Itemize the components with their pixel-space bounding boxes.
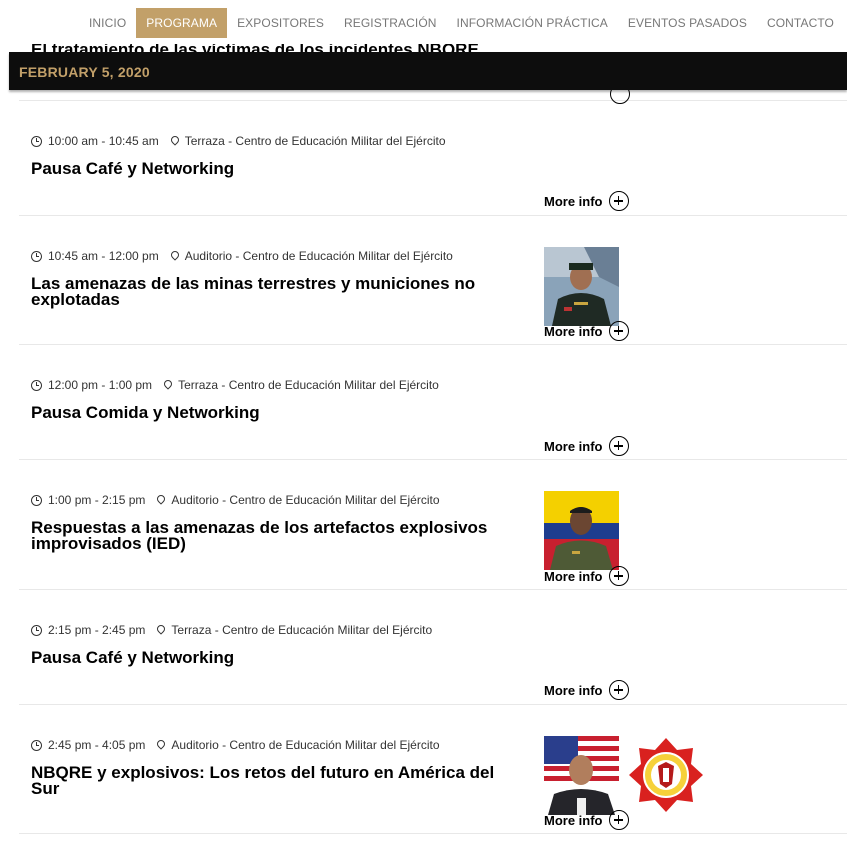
more-info-button[interactable]: More info (544, 191, 629, 211)
more-info-label: More info (544, 193, 603, 209)
speaker-photo[interactable] (544, 247, 619, 326)
session-meta: 10:00 am - 10:45 am Terraza - Centro de … (31, 134, 446, 148)
plus-circle-icon[interactable] (608, 810, 629, 830)
session-title: NBQRE y explosivos: Los retos del futuro… (31, 763, 495, 798)
session-location: Auditorio - Centro de Educación Militar … (184, 249, 453, 263)
session-time: 10:00 am - 10:45 am (48, 134, 159, 148)
location-pin-icon (157, 495, 165, 506)
divider (19, 215, 847, 216)
speaker-photo[interactable] (544, 491, 619, 570)
session-time: 2:45 pm - 4:05 pm (48, 738, 146, 752)
session-location: Terraza - Centro de Educación Militar de… (171, 623, 433, 637)
session-title: Pausa Comida y Networking (31, 403, 260, 422)
session-title: Pausa Café y Networking (31, 159, 235, 178)
session-time: 1:00 pm - 2:15 pm (48, 493, 146, 507)
clock-icon (31, 250, 42, 262)
clock-icon (31, 379, 42, 391)
more-info-label: More info (544, 438, 603, 454)
nav-item-eventos-pasados[interactable]: EVENTOS PASADOS (618, 8, 757, 38)
plus-circle-icon[interactable] (608, 321, 629, 341)
session-time: 12:00 pm - 1:00 pm (48, 378, 153, 392)
divider (19, 459, 847, 460)
session-title: Pausa Café y Networking (31, 648, 235, 667)
more-info-button[interactable]: More info (544, 810, 629, 830)
session-location: Terraza - Centro de Educación Militar de… (178, 378, 439, 392)
location-pin-icon (157, 740, 165, 751)
location-pin-icon (157, 625, 165, 636)
session-meta: 1:00 pm - 2:15 pm Auditorio - Centro de … (31, 493, 440, 507)
fire-department-badge-icon (629, 738, 703, 812)
clock-icon (31, 135, 42, 147)
plus-circle-icon[interactable] (608, 191, 629, 211)
more-info-button[interactable]: More info (544, 436, 629, 456)
divider (19, 589, 847, 590)
divider (19, 704, 847, 705)
more-info-button[interactable]: More info (544, 680, 629, 700)
more-info-button[interactable]: More info (544, 566, 629, 586)
session-title: Las amenazas de las minas terrestres y m… (31, 274, 476, 309)
session-time: 10:45 am - 12:00 pm (48, 249, 159, 263)
more-info-label: More info (544, 568, 603, 584)
session-meta: 12:00 pm - 1:00 pm Terraza - Centro de E… (31, 378, 439, 392)
nav-item-informacion-practica[interactable]: INFORMACIÓN PRÁCTICA (447, 8, 618, 38)
location-pin-icon (171, 251, 179, 262)
plus-circle-icon[interactable] (608, 680, 629, 700)
session-meta: 2:15 pm - 2:45 pm Terraza - Centro de Ed… (31, 623, 432, 637)
divider (19, 100, 847, 101)
nav-item-expositores[interactable]: EXPOSITORES (227, 8, 334, 38)
speaker-photo[interactable] (544, 736, 619, 815)
session-title: Respuestas a las amenazas de los artefac… (31, 518, 488, 553)
more-info-button[interactable]: More info (544, 321, 629, 341)
plus-circle-icon[interactable] (608, 566, 629, 586)
session-location: Auditorio - Centro de Educación Militar … (171, 493, 440, 507)
session-time: 2:15 pm - 2:45 pm (48, 623, 146, 637)
clock-icon (31, 739, 42, 751)
date-label: FEBRUARY 5, 2020 (19, 64, 150, 80)
nav-item-contacto[interactable]: CONTACTO (757, 8, 844, 38)
session-meta: 10:45 am - 12:00 pm Auditorio - Centro d… (31, 249, 453, 263)
location-pin-icon (164, 380, 172, 391)
nav-item-registracion[interactable]: REGISTRACIÓN (334, 8, 447, 38)
plus-circle-icon[interactable] (608, 436, 629, 456)
more-info-label: More info (544, 323, 603, 339)
more-info-label: More info (544, 812, 603, 828)
session-meta: 2:45 pm - 4:05 pm Auditorio - Centro de … (31, 738, 440, 752)
main-nav: INICIO PROGRAMA EXPOSITORES REGISTRACIÓN… (0, 0, 847, 44)
more-info-label: More info (544, 682, 603, 698)
nav-item-inicio[interactable]: INICIO (79, 8, 136, 38)
session-location: Terraza - Centro de Educación Militar de… (184, 134, 446, 148)
clock-icon (31, 624, 42, 636)
location-pin-icon (171, 136, 179, 147)
divider (19, 833, 847, 834)
clock-icon (31, 494, 42, 506)
divider (19, 344, 847, 345)
session-location: Auditorio - Centro de Educación Militar … (171, 738, 440, 752)
nav-item-programa[interactable]: PROGRAMA (136, 8, 228, 38)
date-bar: FEBRUARY 5, 2020 (9, 52, 847, 90)
